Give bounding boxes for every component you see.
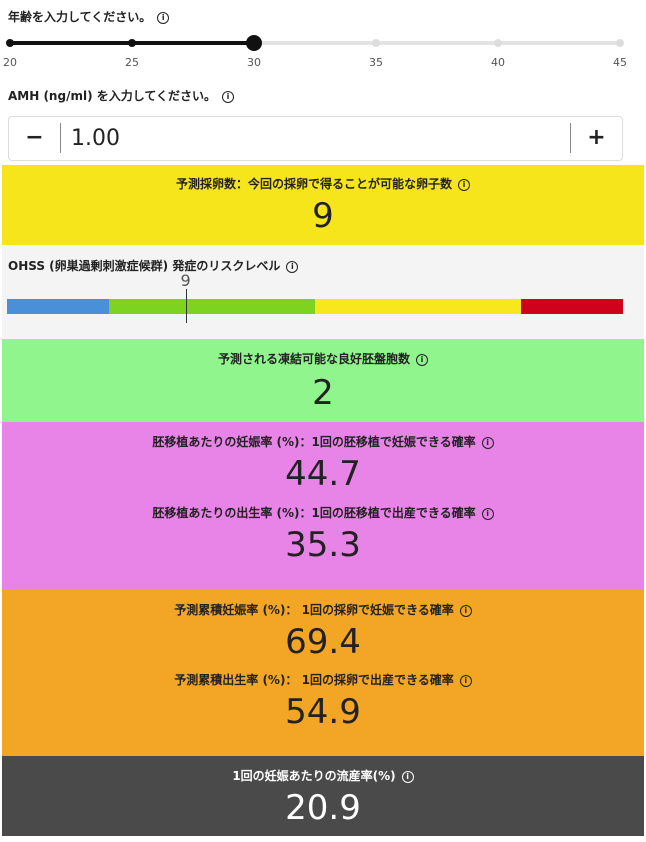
miscarriage-panel: 1回の妊娠あたりの流産率(%) i 20.9 <box>2 756 644 836</box>
info-icon[interactable]: i <box>481 436 494 449</box>
slider-tick-label: 30 <box>247 56 261 69</box>
risk-segment-low <box>7 299 109 314</box>
risk-bar <box>7 299 623 314</box>
eggs-panel: 予測採卵数：今回の採卵で得ることが可能な卵子数 i 9 <box>2 165 644 245</box>
slider-step-dot[interactable] <box>6 39 14 47</box>
slider-tick-label: 40 <box>491 56 505 69</box>
info-icon[interactable]: i <box>481 507 494 520</box>
info-icon[interactable]: i <box>286 260 299 273</box>
amh-label: AMH (ng/ml) を入力してください。 i <box>8 87 235 104</box>
pregnancy-per-transfer-title: 胚移植あたりの妊娠率 (%)：1回の胚移植で妊娠できる確率 i <box>2 433 644 450</box>
slider-thumb[interactable] <box>246 35 262 51</box>
slider-tick-label: 45 <box>613 56 627 69</box>
eggs-value: 9 <box>312 196 334 236</box>
birth-per-transfer-title: 胚移植あたりの出生率 (%)：1回の胚移植で出産できる確率 i <box>2 504 644 521</box>
info-icon[interactable]: i <box>458 178 470 191</box>
risk-marker-label: 9 <box>180 271 191 290</box>
info-icon[interactable]: i <box>157 11 170 24</box>
risk-segment-high <box>315 299 521 314</box>
pregnancy-per-transfer-value: 44.7 <box>285 454 361 494</box>
increment-button[interactable]: + <box>570 123 622 153</box>
info-icon[interactable]: i <box>222 90 235 103</box>
info-icon[interactable]: i <box>416 353 428 366</box>
transfer-panel: 胚移植あたりの妊娠率 (%)：1回の胚移植で妊娠できる確率 i 44.7 胚移植あ… <box>2 422 644 590</box>
slider-tick-label: 25 <box>125 56 139 69</box>
cumulative-birth-title: 予測累積出生率 (%)： 1回の採卵で出産できる確率 i <box>2 671 644 688</box>
miscarriage-value: 20.9 <box>285 788 361 828</box>
blastocysts-title: 予測される凍結可能な良好胚盤胞数 i <box>2 350 644 367</box>
slider-step-dot[interactable] <box>616 39 624 47</box>
eggs-title: 予測採卵数：今回の採卵で得ることが可能な卵子数 i <box>2 175 644 192</box>
info-icon[interactable]: i <box>459 604 472 617</box>
risk-segment-severe <box>521 299 623 314</box>
cumulative-birth-value: 54.9 <box>285 692 361 732</box>
info-icon[interactable]: i <box>459 674 472 687</box>
age-slider[interactable] <box>6 35 624 51</box>
amh-stepper: − + <box>8 116 623 161</box>
risk-marker <box>185 289 187 323</box>
blastocysts-value: 2 <box>312 373 334 413</box>
ohss-title: OHSS (卵巣過剰刺激症候群) 発症のリスクレベル i <box>8 257 299 274</box>
decrement-button[interactable]: − <box>9 123 61 153</box>
age-label: 年齢を入力してください。 i <box>8 8 170 25</box>
info-icon[interactable]: i <box>401 770 414 783</box>
cumulative-pregnancy-value: 69.4 <box>285 622 361 662</box>
slider-tick-label: 35 <box>369 56 383 69</box>
birth-per-transfer-value: 35.3 <box>285 525 361 565</box>
slider-step-dot[interactable] <box>128 39 136 47</box>
slider-step-dot[interactable] <box>494 39 502 47</box>
miscarriage-title: 1回の妊娠あたりの流産率(%) i <box>2 767 644 784</box>
amh-input[interactable] <box>71 123 551 153</box>
cumulative-panel: 予測累積妊娠率 (%)： 1回の採卵で妊娠できる確率 i 69.4 予測累積出生率… <box>2 590 644 756</box>
slider-step-dot[interactable] <box>372 39 380 47</box>
ohss-risk-panel: OHSS (卵巣過剰刺激症候群) 発症のリスクレベル i 9 <box>2 245 644 339</box>
slider-tick-label: 20 <box>3 56 17 69</box>
cumulative-pregnancy-title: 予測累積妊娠率 (%)： 1回の採卵で妊娠できる確率 i <box>2 601 644 618</box>
blastocysts-panel: 予測される凍結可能な良好胚盤胞数 i 2 <box>2 339 644 422</box>
risk-segment-moderate <box>109 299 315 314</box>
